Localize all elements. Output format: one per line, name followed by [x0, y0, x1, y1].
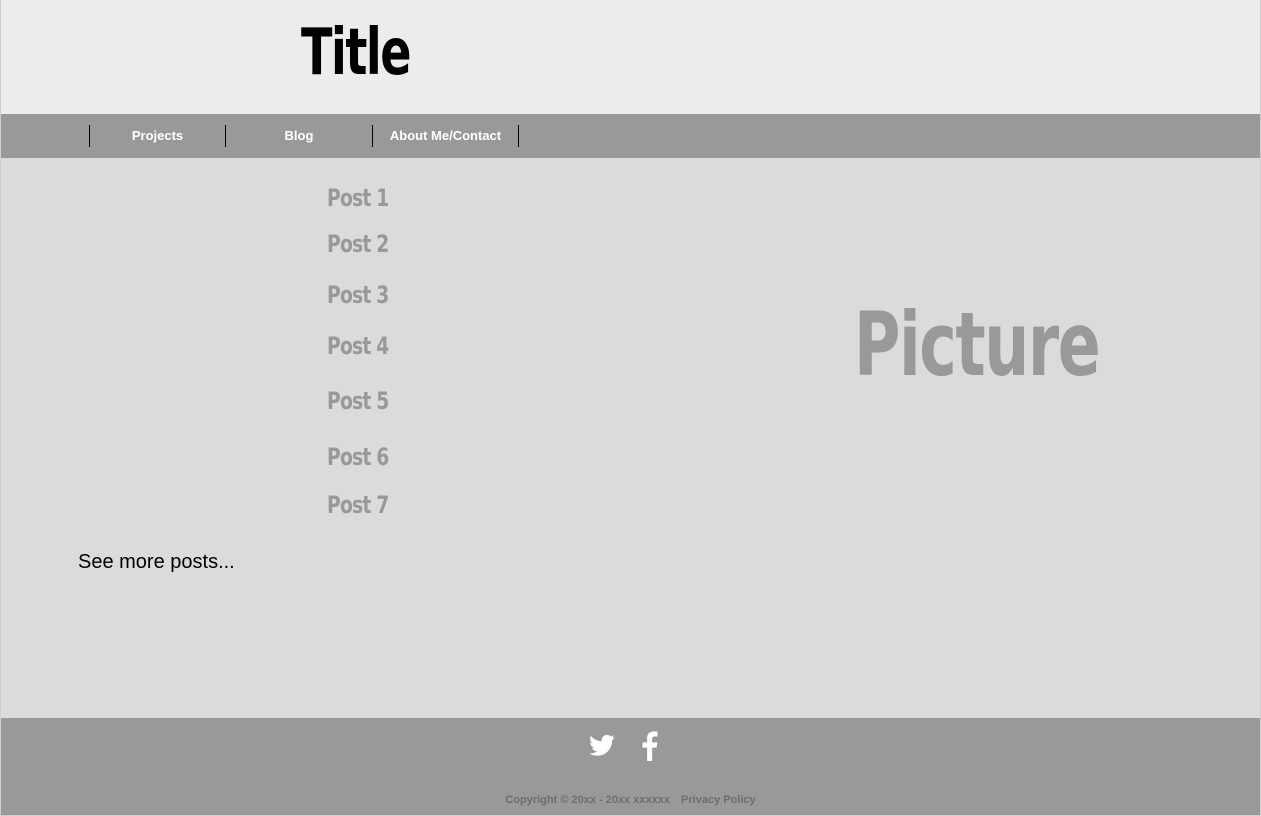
- post-link-7[interactable]: Post 7: [327, 491, 389, 519]
- privacy-policy-link[interactable]: Privacy Policy: [681, 794, 756, 806]
- post-link-2[interactable]: Post 2: [327, 230, 389, 258]
- facebook-icon[interactable]: [636, 731, 664, 761]
- picture-placeholder: Picture: [854, 293, 1101, 396]
- post-link-1[interactable]: Post 1: [327, 184, 389, 212]
- post-link-3[interactable]: Post 3: [327, 281, 389, 309]
- see-more-posts-link[interactable]: See more posts...: [78, 551, 235, 574]
- nav-list: Projects Blog About Me/Contact: [89, 125, 519, 147]
- site-footer: Copyright © 20xx - 20xx xxxxxx Privacy P…: [1, 718, 1260, 816]
- post-link-6[interactable]: Post 6: [327, 443, 389, 471]
- social-links: [588, 731, 664, 761]
- site-title: Title: [301, 16, 412, 90]
- footer-legal: Copyright © 20xx - 20xx xxxxxx Privacy P…: [1, 794, 1260, 806]
- post-link-5[interactable]: Post 5: [327, 387, 389, 415]
- main-nav: Projects Blog About Me/Contact: [1, 114, 1260, 158]
- nav-item-blog[interactable]: Blog: [226, 125, 373, 147]
- post-link-4[interactable]: Post 4: [327, 332, 389, 360]
- twitter-icon[interactable]: [588, 731, 616, 761]
- site-header: Title: [1, 0, 1260, 114]
- nav-item-about-contact[interactable]: About Me/Contact: [373, 125, 519, 147]
- nav-item-projects[interactable]: Projects: [90, 125, 226, 147]
- copyright-text: Copyright © 20xx - 20xx xxxxxx: [505, 794, 670, 806]
- main-content: Post 1 Post 2 Post 3 Post 4 Post 5 Post …: [1, 158, 1260, 718]
